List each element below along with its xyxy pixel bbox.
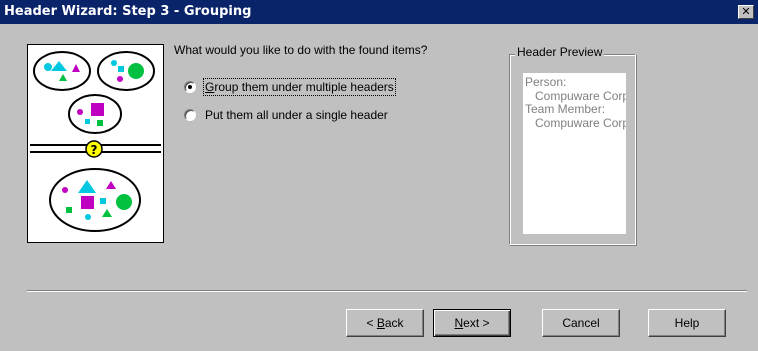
preview-line: Person:: [525, 75, 567, 89]
preview-line: Compuware Corporation:: [535, 115, 626, 130]
shape-cyan-circle: [44, 63, 52, 71]
option-single-header-label[interactable]: Put them all under a single header: [205, 108, 388, 122]
shape-magenta-dot: [117, 76, 123, 82]
help-button[interactable]: Help: [648, 309, 726, 337]
grouping-illustration: ?: [27, 44, 164, 243]
preview-line: Compuware Corporation:: [535, 88, 626, 103]
button-separator: [27, 290, 747, 292]
shape-cyan-dot: [111, 60, 117, 66]
radio-selected-dot: [188, 85, 192, 89]
header-preview-box: Person: Compuware Corporation: Team Memb…: [523, 73, 626, 234]
cancel-button[interactable]: Cancel: [542, 309, 620, 337]
grouping-diagram: ?: [30, 51, 161, 232]
grouping-question: What would you like to do with the found…: [174, 43, 428, 57]
question-mark-icon: ?: [91, 143, 98, 157]
shape-cyan-square: [118, 66, 124, 72]
shape-magenta-square: [91, 103, 104, 116]
shape-magenta-small-dot: [77, 109, 83, 115]
back-button[interactable]: < Back: [346, 309, 424, 337]
shape-green-circle: [128, 63, 144, 79]
header-wizard-dialog: Header Wizard: Step 3 - Grouping ✕ ? Wha…: [0, 0, 758, 351]
shape-green-small-square: [97, 120, 103, 126]
preview-line: Team Member:: [525, 102, 606, 116]
title-bar[interactable]: Header Wizard: Step 3 - Grouping ✕: [0, 0, 758, 24]
shape-b-green-square: [66, 207, 72, 213]
close-icon: ✕: [741, 5, 751, 18]
next-button[interactable]: Next >: [433, 309, 511, 337]
shape-b-green-circle: [116, 194, 132, 210]
ellipse-top-right: [97, 51, 155, 91]
shape-b-magenta-square: [81, 196, 94, 209]
shape-b-cyan-square: [100, 198, 106, 204]
option-group-multiple-label[interactable]: Group them under multiple headers: [203, 78, 396, 96]
radio-single-header[interactable]: [184, 109, 196, 121]
shape-cyan-small-square: [85, 119, 90, 124]
header-preview-legend: Header Preview: [515, 45, 605, 59]
window-title: Header Wizard: Step 3 - Grouping: [4, 4, 252, 19]
shape-b-magenta-dot: [62, 187, 68, 193]
shape-b-cyan-dot: [85, 214, 91, 220]
radio-group-multiple[interactable]: [184, 81, 196, 93]
close-button[interactable]: ✕: [738, 5, 754, 19]
